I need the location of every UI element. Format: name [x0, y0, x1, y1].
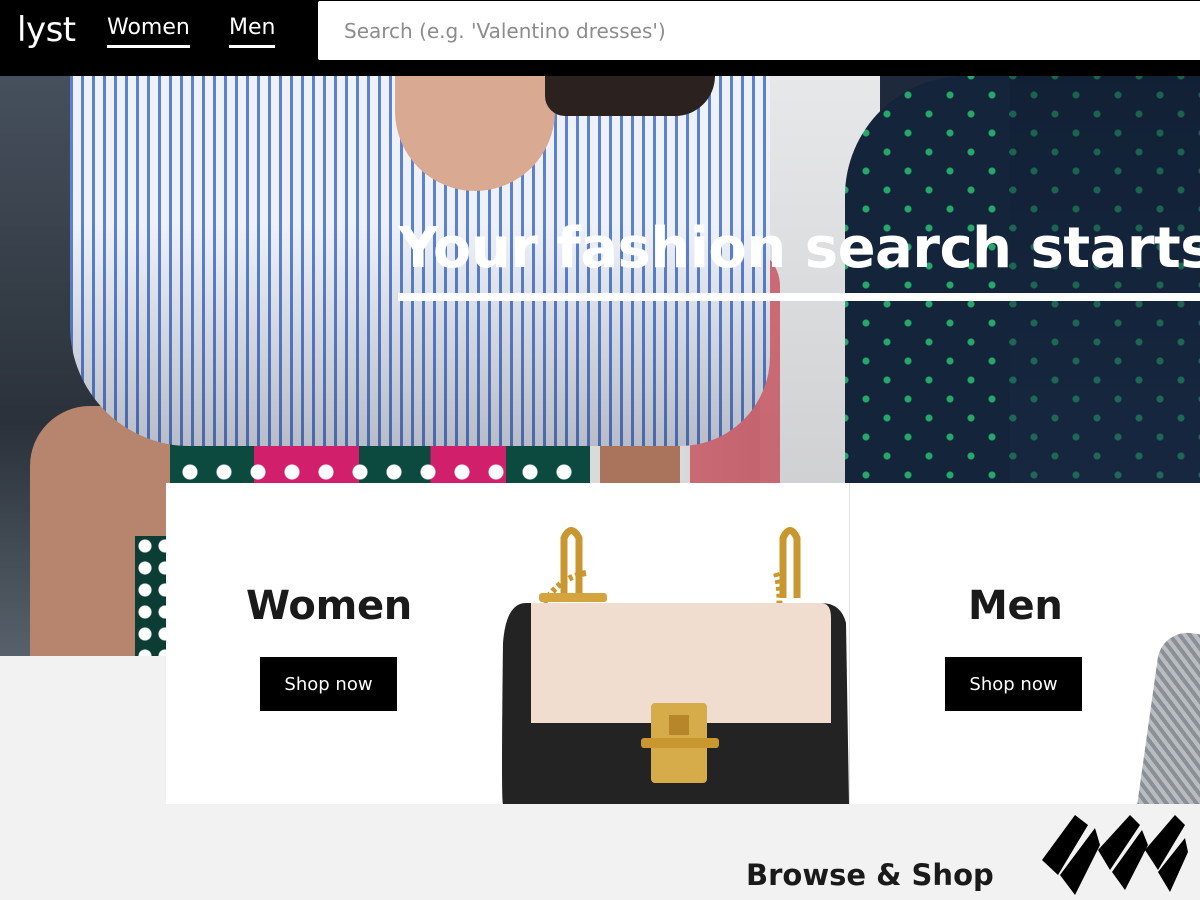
nav-men-link[interactable]: Men [229, 15, 276, 48]
search-input[interactable] [318, 1, 1200, 60]
shop-men-button[interactable]: Shop now [945, 657, 1082, 711]
hero-jacket-shade [1010, 76, 1200, 486]
men-product-image[interactable] [1136, 629, 1200, 804]
handbag-image[interactable] [491, 503, 851, 804]
lyst-logo[interactable]: lyst [17, 10, 76, 50]
panel-divider [849, 483, 850, 804]
brand-watermark-icon [1042, 815, 1188, 895]
top-nav: lyst Women Men [0, 0, 1200, 76]
shop-women-button[interactable]: Shop now [260, 657, 397, 711]
women-category-title: Women [246, 583, 412, 629]
browse-shop-heading: Browse & Shop [746, 858, 994, 892]
hero-headline: Your fashion search starts h [398, 216, 1200, 281]
hero-underline [398, 293, 1200, 301]
category-panels: Women Shop now Men Shop now [166, 483, 1200, 804]
men-category-title: Men [968, 583, 1063, 629]
hero-model-hair [545, 76, 715, 116]
nav-women-link[interactable]: Women [107, 15, 190, 48]
